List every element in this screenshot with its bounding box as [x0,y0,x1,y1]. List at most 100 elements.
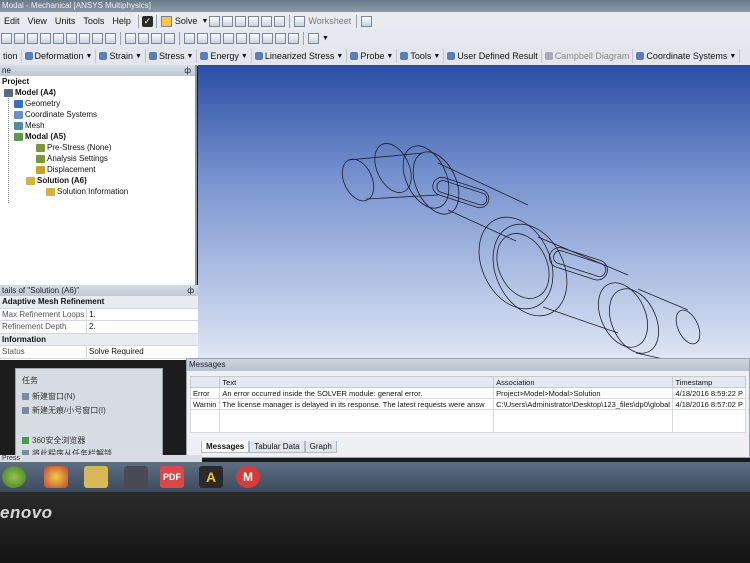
menu-edit[interactable]: Edit [0,16,24,26]
tree-item-solution-information[interactable]: Solution Information [46,187,128,196]
chart-icon[interactable] [222,15,234,27]
check-icon[interactable]: ✓ [141,15,153,27]
jump-list-label: 360安全浏览器 [32,436,86,445]
tree-item-label: Displacement [47,165,96,174]
new-section-icon[interactable] [209,15,221,27]
tree-item-model[interactable]: Model (A4) [4,88,56,97]
tree-item-displacement[interactable]: Displacement [36,165,95,174]
media-icon[interactable] [124,466,148,488]
deformation-icon [24,52,33,60]
context-linearized-stress[interactable]: Linearized Stress ▼ [252,49,348,63]
outline-panel: ne ф Project Model (A4) Geometry Coordina… [0,65,197,285]
ansys-icon[interactable]: A [199,466,223,488]
jump-list-new-window[interactable]: 新建窗口(N) [22,391,75,402]
zoom-box-icon[interactable] [164,33,175,44]
rotate-icon[interactable] [125,33,136,44]
context-campbell-diagram[interactable]: Campbell Diagram [542,49,634,63]
message-row-error[interactable]: Error An error occurred inside the SOLVE… [189,387,746,399]
tree-item-modal[interactable]: Modal (A5) [14,132,66,141]
message-row-warning[interactable]: Warnin The license manager is delayed in… [189,398,746,410]
select-mode-icon[interactable] [14,33,25,44]
select-point-icon[interactable] [1,33,12,44]
pdf-label: PDF [163,472,181,482]
tab-messages[interactable]: Messages [201,441,250,453]
select-edge-icon[interactable] [40,33,51,44]
next-view-icon[interactable] [249,33,260,44]
chevron-down-icon[interactable]: ▼ [201,18,208,25]
zoom-out-icon[interactable] [223,33,234,44]
details-group-adaptive[interactable]: Adaptive Mesh Refinement [0,296,198,309]
menu-view[interactable]: View [24,16,51,26]
select-vertex-icon[interactable] [27,33,38,44]
select-node-icon[interactable] [79,33,90,44]
image-icon[interactable] [235,15,247,27]
menu-tools[interactable]: Tools [79,16,108,26]
menu-help[interactable]: Help [108,16,135,26]
context-user-defined-result[interactable]: User Defined Result [444,49,542,63]
viewport-icon[interactable] [308,33,319,44]
zoom-icon[interactable] [151,33,162,44]
column-header[interactable] [189,376,221,388]
chevron-down-icon: ▼ [386,52,394,60]
pointer-icon[interactable] [361,15,373,27]
context-solution[interactable]: tion [0,49,22,63]
column-header-timestamp[interactable]: Timestamp [672,376,746,388]
jump-list-browser[interactable]: 360安全浏览器 [22,435,85,446]
annotation-icon[interactable] [261,15,273,27]
details-row[interactable]: Max Refinement Loops 1. [0,308,198,321]
details-group-information[interactable]: Information [0,333,198,346]
m-icon[interactable]: M [236,466,260,488]
context-probe[interactable]: Probe ▼ [347,49,398,63]
pan-icon[interactable] [138,33,149,44]
context-energy[interactable]: Energy ▼ [197,49,252,63]
tab-tabular-data[interactable]: Tabular Data [249,441,305,453]
pin-icon[interactable]: ф [187,285,194,296]
graphics-viewport[interactable] [198,65,750,360]
tree-item-coordinate-systems[interactable]: Coordinate Systems [14,110,97,119]
menu-units[interactable]: Units [51,16,80,26]
context-stress[interactable]: Stress ▼ [146,49,198,63]
pdf-icon[interactable]: PDF [160,466,184,488]
jump-list-new-private-window[interactable]: 新建无痕/小号窗口(I) [22,405,106,416]
folder-icon[interactable] [84,466,108,488]
column-header-association[interactable]: Association [493,376,674,388]
zoom-to-fit-icon[interactable] [184,33,195,44]
context-coordinate-systems[interactable]: Coordinate Systems ▼ [633,49,741,63]
details-row[interactable]: Status Solve Required [0,346,198,359]
context-tools[interactable]: Tools ▼ [397,49,445,63]
zoom-in-icon[interactable] [210,33,221,44]
solve-button[interactable]: Solve [175,16,198,26]
select-body-icon[interactable] [66,33,77,44]
chrome-icon[interactable] [44,466,68,488]
comment-icon[interactable] [248,15,260,27]
details-value[interactable]: 1. [87,309,96,321]
start-button[interactable] [2,466,26,488]
tree-root-project[interactable]: Project [2,77,29,86]
triad-icon[interactable] [275,33,286,44]
details-value[interactable]: 2. [87,321,96,333]
graphics-toolbar: ▼ [0,30,750,48]
tab-graph[interactable]: Graph [304,441,337,453]
tree-item-analysis-settings[interactable]: Analysis Settings [36,154,108,163]
iso-view-icon[interactable] [262,33,273,44]
worksheet-button[interactable]: Worksheet [308,16,351,26]
chevron-down-icon[interactable]: ▼ [322,35,329,42]
column-header-text[interactable]: Text [219,376,495,388]
details-row[interactable]: Refinement Depth 2. [0,321,198,334]
magnifier-icon[interactable] [197,33,208,44]
print-icon[interactable] [288,33,299,44]
previous-view-icon[interactable] [236,33,247,44]
select-face-icon[interactable] [53,33,64,44]
tree-item-geometry[interactable]: Geometry [14,99,60,108]
context-deformation[interactable]: Deformation ▼ [22,49,97,63]
select-mesh-icon[interactable] [105,33,116,44]
solve-icon [160,15,172,27]
select-element-icon[interactable] [92,33,103,44]
tree-item-pre-stress[interactable]: Pre-Stress (None) [36,143,111,152]
tree-item-mesh[interactable]: Mesh [14,121,45,130]
coordinate-icon[interactable] [274,15,286,27]
tree-item-solution[interactable]: Solution (A6) [26,176,87,185]
context-strain[interactable]: Strain ▼ [96,49,146,63]
linearized-stress-icon [254,52,263,60]
pin-icon[interactable]: ф [184,65,191,76]
